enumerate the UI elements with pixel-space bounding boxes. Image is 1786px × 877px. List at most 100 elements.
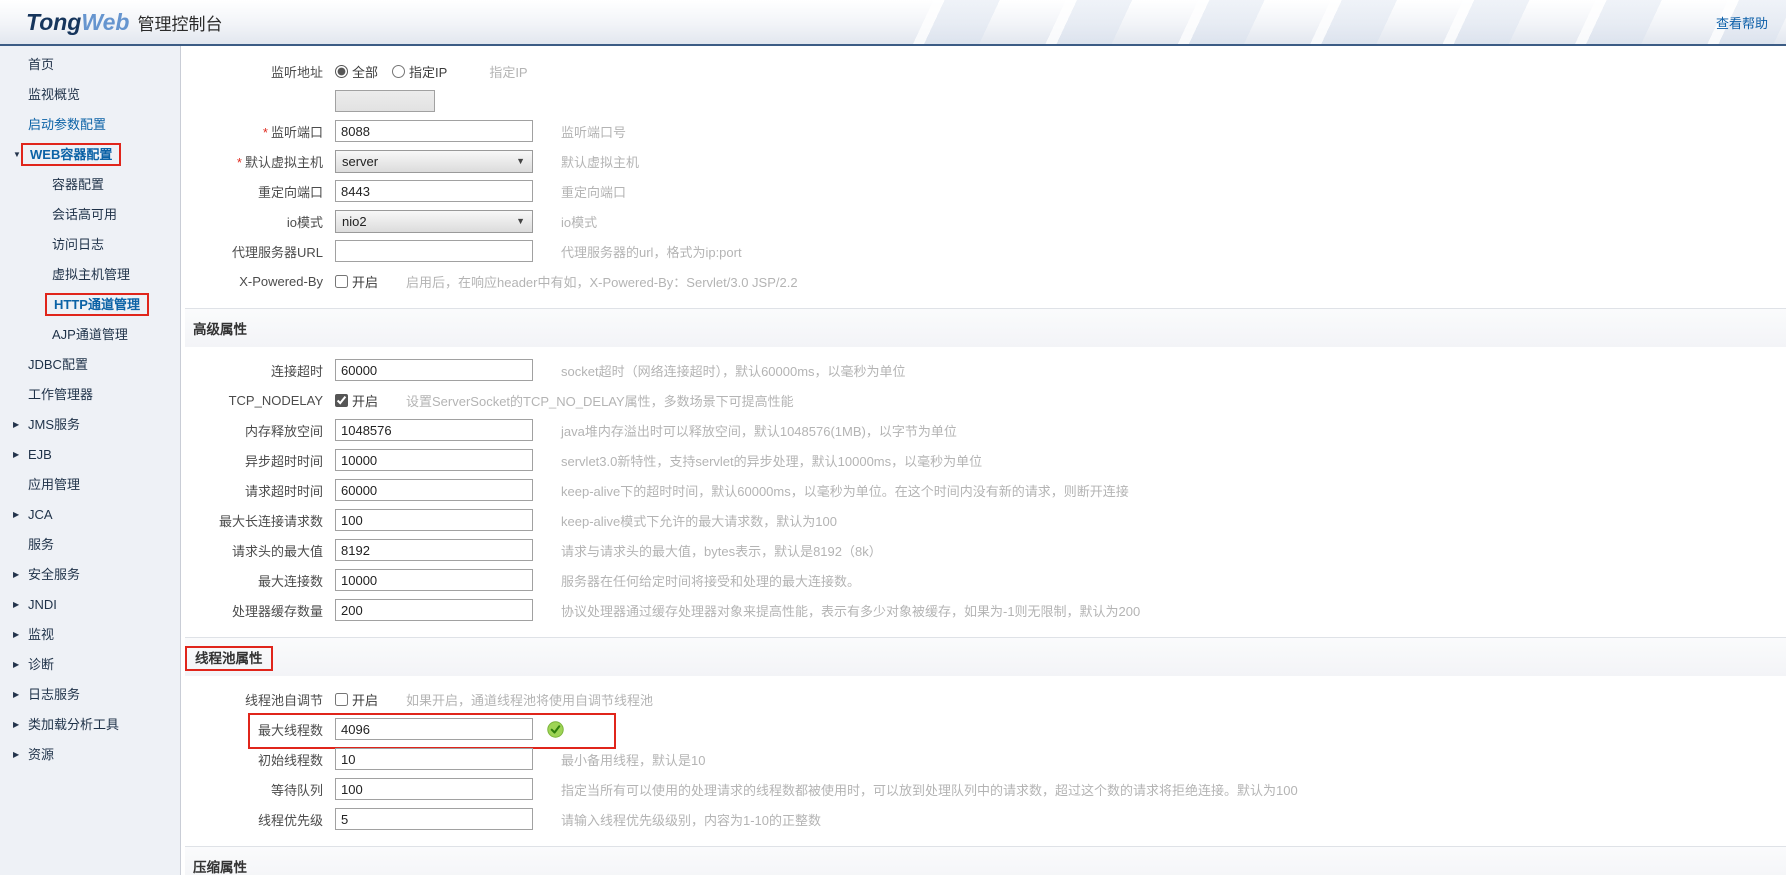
radio-ip-input[interactable] [392, 64, 406, 78]
sidebar-item-jndi[interactable]: ▶ JNDI [0, 594, 180, 616]
view-help-link[interactable]: 查看帮助 [1716, 13, 1768, 32]
sidebar-item-security[interactable]: ▶ 安全服务 [0, 564, 180, 586]
sidebar-item-web-container[interactable]: ▼ WEB容器配置 [0, 143, 180, 166]
row-threadpool-auto: 线程池自调节 开启 如果开启，通道线程池将使用自调节线程池 [185, 688, 1786, 710]
expand-arrow-icon[interactable]: ▼ [13, 144, 21, 166]
field-label: 请求超时时间 [244, 483, 323, 499]
collapse-arrow-icon[interactable]: ▶ [13, 414, 19, 436]
collapse-arrow-icon[interactable]: ▶ [13, 624, 19, 646]
sidebar-item-ejb[interactable]: ▶ EJB [0, 444, 180, 466]
default-vhost-select[interactable]: server ▼ [335, 149, 533, 173]
collapse-arrow-icon[interactable]: ▶ [13, 444, 19, 466]
row-wait-queue: 等待队列 指定当所有可以使用的处理请求的线程数都被使用时，可以放到处理队列中的请… [185, 778, 1786, 800]
field-label: 最大连接数 [257, 573, 323, 589]
field-label: TCP_NODELAY [228, 392, 323, 408]
field-label: 线程池自调节 [244, 692, 323, 708]
radio-listen-all[interactable]: 全部 [335, 62, 378, 81]
sidebar-item-jca[interactable]: ▶ JCA [0, 504, 180, 526]
sidebar-item-startup-params[interactable]: 启动参数配置 [0, 114, 180, 136]
sidebar-item-diagnosis[interactable]: ▶ 诊断 [0, 654, 180, 676]
sidebar-item-http-channel[interactable]: HTTP通道管理 [0, 293, 180, 316]
sidebar-item-session-ha[interactable]: 会话高可用 [0, 204, 180, 226]
sidebar-item-log-service[interactable]: ▶ 日志服务 [0, 684, 180, 706]
memory-release-input[interactable] [335, 419, 533, 441]
field-help: keep-alive模式下允许的最大请求数，默认为100 [561, 513, 837, 529]
field-help: servlet3.0新特性，支持servlet的异步处理，默认10000ms，以… [561, 453, 983, 469]
field-help: 协议处理器通过缓存处理器对象来提高性能，表示有多少对象被缓存，如果为-1则无限制… [561, 603, 1141, 619]
field-label: 最大长连接请求数 [218, 513, 323, 529]
sidebar-item-app-mgmt[interactable]: 应用管理 [0, 474, 180, 496]
field-label: 处理器缓存数量 [231, 603, 323, 619]
sidebar-item-services[interactable]: 服务 [0, 534, 180, 556]
row-memory-release: 内存释放空间 java堆内存溢出时可以释放空间，默认1048576(1MB)，以… [185, 419, 1786, 441]
chevron-down-icon: ▼ [516, 156, 525, 166]
collapse-arrow-icon[interactable]: ▶ [13, 654, 19, 676]
wait-queue-input[interactable] [335, 778, 533, 800]
redirect-port-input[interactable] [335, 180, 533, 202]
tongweb-console-window: Tong Web 管理控制台 查看帮助 首页 监视概览 启动参数配置 ▼ WEB容器… [0, 0, 1786, 877]
field-help: 指定IP [489, 64, 528, 80]
proxy-url-input[interactable] [335, 240, 533, 262]
sidebar-item-jdbc[interactable]: JDBC配置 [0, 354, 180, 376]
thread-priority-input[interactable] [335, 808, 533, 830]
max-threads-input[interactable] [335, 718, 533, 740]
annotation-box: 线程池属性 [185, 646, 273, 671]
sidebar-item-jms[interactable]: ▶ JMS服务 [0, 414, 180, 436]
threadpool-auto-checkbox[interactable] [335, 692, 348, 706]
collapse-arrow-icon[interactable]: ▶ [13, 504, 19, 526]
collapse-arrow-icon[interactable]: ▶ [13, 564, 19, 586]
field-label: 监听地址 [270, 64, 323, 80]
field-help: 最小备用线程，默认是10 [561, 752, 706, 768]
section-header-advanced: 高级属性 [185, 308, 1786, 347]
tcp-nodelay-checkbox[interactable] [335, 393, 348, 407]
field-help: 请输入线程优先级级别，内容为1-10的正整数 [561, 812, 822, 828]
sidebar-item-monitoring[interactable]: ▶ 监视 [0, 624, 180, 646]
listen-port-input[interactable] [335, 120, 533, 142]
field-label: 代理服务器URL [231, 244, 323, 260]
row-tcp-nodelay: TCP_NODELAY 开启 设置ServerSocket的TCP_NO_DEL… [228, 392, 794, 409]
logo-web: Web [81, 8, 130, 35]
async-timeout-input[interactable] [335, 449, 533, 471]
field-label: 监听端口 [270, 124, 323, 140]
annotation-box: WEB容器配置 [21, 143, 122, 166]
sidebar-item-access-log[interactable]: 访问日志 [0, 234, 180, 256]
field-label: io模式 [286, 214, 323, 230]
collapse-arrow-icon[interactable]: ▶ [13, 594, 19, 616]
field-help: java堆内存溢出时可以释放空间，默认1048576(1MB)，以字节为单位 [561, 423, 957, 439]
field-label: 最大线程数 [257, 722, 323, 738]
sidebar-item-monitor-overview[interactable]: 监视概览 [0, 84, 180, 106]
sidebar-item-vhost-mgmt[interactable]: 虚拟主机管理 [0, 264, 180, 286]
collapse-arrow-icon[interactable]: ▶ [13, 744, 19, 766]
row-initial-threads: 初始线程数 最小备用线程，默认是10 [185, 748, 1786, 770]
section-header-compression: 压缩属性 [185, 846, 1786, 875]
processor-cache-input[interactable] [335, 599, 533, 621]
annotation-box: HTTP通道管理 [45, 293, 149, 316]
section-header-threadpool: 线程池属性 [185, 637, 1786, 676]
sidebar-item-container-config[interactable]: 容器配置 [0, 174, 180, 196]
field-label: X-Powered-By [239, 273, 323, 289]
sidebar-item-work-manager[interactable]: 工作管理器 [0, 384, 180, 406]
sidebar-item-resources[interactable]: ▶ 资源 [0, 744, 180, 766]
collapse-arrow-icon[interactable]: ▶ [13, 684, 19, 706]
sidebar-item-classloader-tool[interactable]: ▶ 类加载分析工具 [0, 714, 180, 736]
max-connections-input[interactable] [335, 569, 533, 591]
row-default-vhost: * 默认虚拟主机 server ▼ 默认虚拟主机 [185, 149, 1786, 173]
io-mode-select[interactable]: nio2 ▼ [335, 209, 533, 233]
request-timeout-input[interactable] [335, 479, 533, 501]
radio-all-input[interactable] [335, 64, 348, 78]
valid-check-icon [547, 720, 564, 738]
row-redirect-port: 重定向端口 重定向端口 [185, 180, 1786, 202]
sidebar-item-home[interactable]: 首页 [0, 54, 180, 76]
field-label: 重定向端口 [257, 184, 323, 200]
x-powered-by-checkbox[interactable] [335, 274, 348, 288]
collapse-arrow-icon[interactable]: ▶ [13, 714, 19, 736]
initial-threads-input[interactable] [335, 748, 533, 770]
row-connection-timeout: 连接超时 socket超时（网络连接超时），默认60000ms，以毫秒为单位 [185, 359, 1786, 381]
sidebar-item-ajp-channel[interactable]: AJP通道管理 [0, 324, 180, 346]
radio-listen-specified-ip[interactable]: 指定IP [392, 62, 447, 81]
row-proxy-url: 代理服务器URL 代理服务器的url，格式为ip:port [185, 240, 1786, 262]
max-keepalive-requests-input[interactable] [335, 509, 533, 531]
max-header-size-input[interactable] [335, 539, 533, 561]
connection-timeout-input[interactable] [335, 359, 533, 381]
row-max-keepalive-requests: 最大长连接请求数 keep-alive模式下允许的最大请求数，默认为100 [185, 509, 1786, 531]
